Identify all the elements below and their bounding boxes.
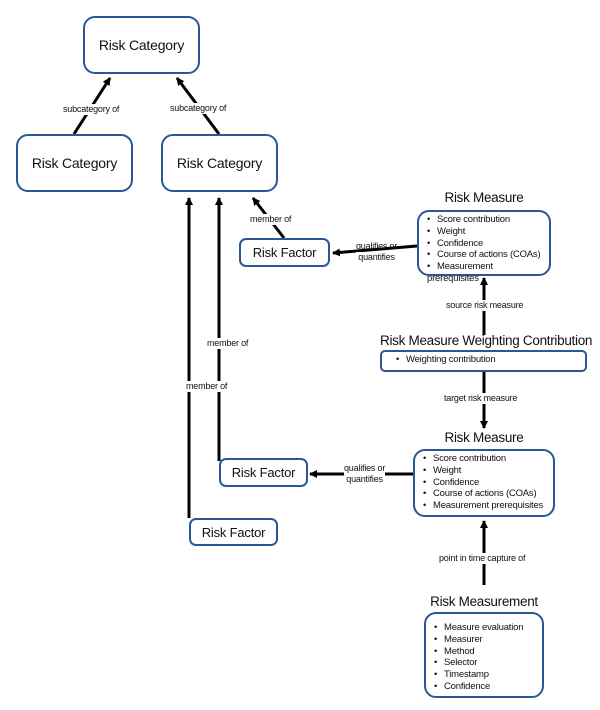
attribute-item: Timestamp (434, 669, 536, 681)
label-line: qualifies or (356, 241, 398, 251)
label-subcategory-left: subcategory of (63, 104, 120, 115)
weighting-contribution[interactable]: Weighting contribution (380, 350, 587, 372)
label-member-of-1: member of (250, 214, 292, 225)
attribute-item: Measurement prerequisites (427, 261, 543, 285)
attribute-item: Weighting contribution (396, 354, 579, 366)
node-label: Risk Category (98, 37, 185, 53)
risk-measure-top-title: Risk Measure (444, 190, 524, 205)
label-member-of-2: member of (207, 338, 249, 349)
attribute-item: Course of actions (COAs) (423, 488, 547, 500)
risk-measure-top[interactable]: Score contribution Weight Confidence Cou… (417, 210, 551, 284)
label-target-risk-measure: target risk measure (444, 393, 518, 404)
attribute-item: Measurer (434, 634, 536, 646)
risk-measure-bottom-title: Risk Measure (444, 430, 524, 445)
attribute-item: Confidence (427, 238, 543, 250)
attribute-item: Measurement prerequisites (423, 500, 547, 512)
attribute-item: Selector (434, 657, 536, 669)
attribute-item: Weight (427, 226, 543, 238)
label-subcategory-right: subcategory of (170, 103, 227, 114)
attribute-item: Course of actions (COAs) (427, 249, 543, 261)
label-line: quantifies (356, 251, 398, 262)
risk-measurement[interactable]: Measure evaluation Measurer Method Selec… (424, 612, 544, 698)
risk-measure-bottom[interactable]: Score contribution Weight Confidence Cou… (413, 449, 555, 517)
label-member-of-3: member of (186, 381, 228, 392)
node-label: Risk Factor (231, 465, 296, 480)
risk-category-top[interactable]: Risk Category (83, 16, 200, 74)
attribute-item: Score contribution (427, 214, 543, 226)
attribute-item: Method (434, 646, 536, 658)
label-source-risk-measure: source risk measure (446, 300, 524, 311)
risk-category-left[interactable]: Risk Category (16, 134, 133, 192)
risk-factor-1[interactable]: Risk Factor (239, 238, 330, 267)
risk-category-mid[interactable]: Risk Category (161, 134, 278, 192)
risk-factor-3[interactable]: Risk Factor (189, 518, 278, 546)
label-qualifies-bottom: qualifies or quantifies (344, 463, 385, 484)
risk-factor-2[interactable]: Risk Factor (219, 458, 308, 487)
label-qualifies-top: qualifies or quantifies (356, 241, 397, 262)
node-label: Risk Category (31, 155, 118, 171)
weighting-title: Risk Measure Weighting Contribution (380, 333, 593, 348)
label-line: quantifies (346, 473, 383, 484)
attribute-item: Measure evaluation (434, 622, 536, 634)
label-point-in-time: point in time capture of (439, 553, 526, 564)
attribute-item: Confidence (423, 477, 547, 489)
attribute-item: Confidence (434, 681, 536, 693)
attribute-item: Weight (423, 465, 547, 477)
label-line: qualifies or (344, 463, 386, 473)
attribute-item: Score contribution (423, 453, 547, 465)
node-label: Risk Factor (252, 245, 317, 260)
node-label: Risk Factor (201, 524, 266, 540)
node-label: Risk Category (176, 155, 263, 171)
risk-measurement-title: Risk Measurement (430, 594, 538, 609)
